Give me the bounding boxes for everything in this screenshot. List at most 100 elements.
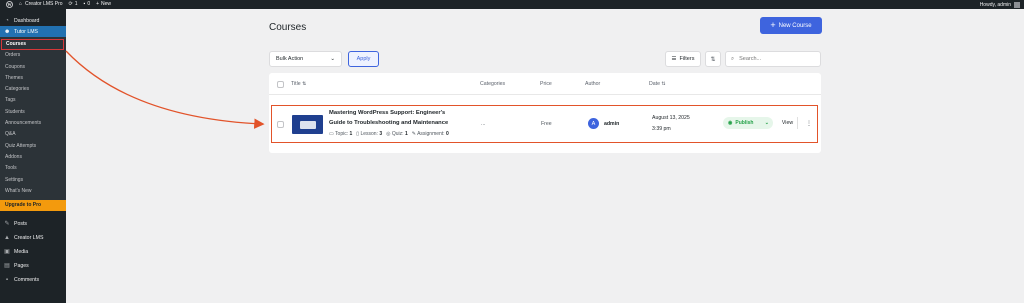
course-title-line: Guide to Troubleshooting and Maintenance [329, 119, 449, 126]
sidebar-item-posts[interactable]: ✎ Posts [0, 217, 66, 231]
sidebar-item-label: Pages [14, 263, 29, 270]
submenu-item-quiz-attempts[interactable]: Quiz Attempts [0, 141, 66, 152]
comments-count: 0 [87, 1, 91, 7]
submenu-item-settings[interactable]: Settings [0, 175, 66, 186]
submenu-item-tags[interactable]: Tags [0, 95, 66, 106]
course-categories: ... [481, 121, 486, 127]
submenu-item-announcements[interactable]: Announcements [0, 118, 66, 129]
apply-button[interactable]: Apply [348, 51, 379, 67]
sidebar-item-pages[interactable]: ▤ Pages [0, 259, 66, 273]
course-price: Free [541, 121, 552, 127]
page-title: Courses [269, 22, 307, 33]
quiz-count: 1 [404, 131, 408, 137]
course-title-line: Mastering WordPress Support: Engineer's [329, 110, 446, 116]
upgrade-to-pro-link[interactable]: Upgrade to Pro [0, 200, 66, 212]
assignment-icon: ✎ [411, 131, 416, 137]
lesson-meta: ▯ Lesson: 3 [356, 131, 382, 137]
lesson-label: Lesson: [360, 131, 378, 137]
author-name: admin [604, 121, 620, 127]
sidebar-item-label: Tutor LMS [14, 28, 39, 35]
graduation-icon: ▲ [4, 235, 10, 242]
submenu-item-orders[interactable]: Orders [0, 50, 66, 61]
table-row[interactable]: Mastering WordPress Support: Engineer's … [271, 105, 818, 143]
comments-link[interactable]: ▪ 0 [84, 0, 91, 9]
submenu-item-students[interactable]: Students [0, 107, 66, 118]
media-icon: ▣ [4, 249, 10, 256]
comment-icon: ▪ [83, 1, 86, 7]
table-header: Title ⇅ Categories Price Author Date ⇅ [269, 73, 821, 95]
submenu-item-coupons[interactable]: Coupons [0, 62, 66, 73]
date-text: August 13, 2025 [652, 115, 690, 121]
courses-table: Title ⇅ Categories Price Author Date ⇅ M… [269, 73, 821, 153]
dashboard-icon: ◔ [5, 17, 9, 24]
column-title[interactable]: Title ⇅ [291, 81, 306, 87]
sidebar-item-media[interactable]: ▣ Media [0, 245, 66, 259]
column-author: Author [585, 81, 601, 87]
sort-icon: ⇅ [302, 81, 307, 87]
submenu-item-tools[interactable]: Tools [0, 163, 66, 174]
column-date-label: Date [649, 81, 660, 87]
search-icon: ⌕ [731, 55, 735, 62]
sidebar-item-dashboard[interactable]: ◔ Dashboard [0, 15, 66, 26]
sidebar-item-label: Comments [14, 277, 40, 284]
lesson-count: 3 [379, 131, 383, 137]
updates-link[interactable]: ⟳ 1 [69, 0, 78, 9]
bulk-action-select[interactable]: Bulk Action ⌄ [269, 51, 342, 67]
sidebar-item-comments[interactable]: ▪ Comments [0, 273, 66, 287]
sort-button[interactable]: ⇅ [705, 51, 721, 67]
more-options-icon[interactable]: ⋮ [806, 117, 812, 129]
column-title-label: Title [291, 81, 301, 87]
sidebar-item-tutor-lms[interactable]: ☻ Tutor LMS [0, 26, 66, 37]
sort-icon: ⇅ [661, 81, 666, 87]
sidebar-item-label: Posts [14, 221, 27, 228]
search-field[interactable]: ⌕ [725, 51, 821, 67]
admin-bar: W ⌂ Creator LMS Pro ⟳ 1 ▪ 0 + New Howdy,… [0, 0, 1024, 9]
view-button[interactable]: View [778, 117, 798, 129]
quiz-label: Quiz: [391, 131, 404, 137]
topic-meta: ▭ Topic: 1 [329, 131, 352, 137]
submenu-item-qa[interactable]: Q&A [0, 129, 66, 140]
quiz-meta: ◎ Quiz: 1 [386, 131, 408, 137]
search-input[interactable] [739, 56, 810, 62]
submenu-item-categories[interactable]: Categories [0, 84, 66, 95]
avatar [1014, 1, 1020, 8]
author-avatar: A [588, 118, 599, 129]
select-all-checkbox[interactable] [277, 81, 284, 88]
assignment-count: 0 [445, 131, 449, 137]
submenu-item-addons[interactable]: Addons [0, 152, 66, 163]
home-icon: ⌂ [19, 1, 23, 7]
plus-icon: + [96, 1, 100, 7]
wordpress-logo[interactable]: W [6, 1, 13, 8]
topic-label: Topic: [335, 131, 349, 137]
row-checkbox[interactable] [277, 121, 284, 128]
sidebar-item-label: Creator LMS [14, 235, 44, 242]
site-name-link[interactable]: ⌂ Creator LMS Pro [19, 0, 63, 9]
eye-icon: ◉ [728, 120, 733, 126]
sidebar-item-creator-lms[interactable]: ▲ Creator LMS [0, 231, 66, 245]
main-content: Courses + New Course Bulk Action ⌄ Apply… [66, 9, 1024, 303]
chevron-down-icon: ⌄ [764, 120, 769, 126]
sidebar-item-label: Dashboard [14, 17, 40, 24]
submenu-item-whats-new[interactable]: What's New [0, 186, 66, 197]
course-thumbnail[interactable] [292, 115, 323, 134]
submenu-item-courses[interactable]: Courses [1, 39, 64, 51]
tutor-submenu: Courses Orders Coupons Themes Categories… [0, 37, 66, 201]
pin-icon: ✎ [4, 221, 10, 228]
admin-sidebar: ◔ Dashboard ☻ Tutor LMS Courses Orders C… [0, 9, 66, 303]
topic-icon: ▭ [329, 131, 334, 137]
wordpress-icon: W [6, 1, 13, 8]
status-label: Publish [735, 120, 754, 126]
submenu-item-themes[interactable]: Themes [0, 73, 66, 84]
howdy-text: Howdy, admin [979, 1, 1011, 8]
new-content-link[interactable]: + New [96, 0, 111, 9]
updates-count: 1 [74, 1, 78, 7]
course-title-link[interactable]: Mastering WordPress Support: Engineer's … [329, 109, 479, 128]
tutor-icon: ☻ [4, 28, 11, 35]
column-date[interactable]: Date ⇅ [649, 81, 666, 87]
status-dropdown[interactable]: ◉ Publish ⌄ [723, 117, 773, 129]
account-menu[interactable]: Howdy, admin [979, 1, 1020, 8]
column-price: Price [540, 81, 552, 87]
course-meta: ▭ Topic: 1 ▯ Lesson: 3 ◎ Quiz: 1 ✎ Assig… [329, 131, 449, 137]
filters-button[interactable]: ☰ Filters [665, 51, 701, 67]
new-course-button[interactable]: + New Course [760, 17, 822, 34]
